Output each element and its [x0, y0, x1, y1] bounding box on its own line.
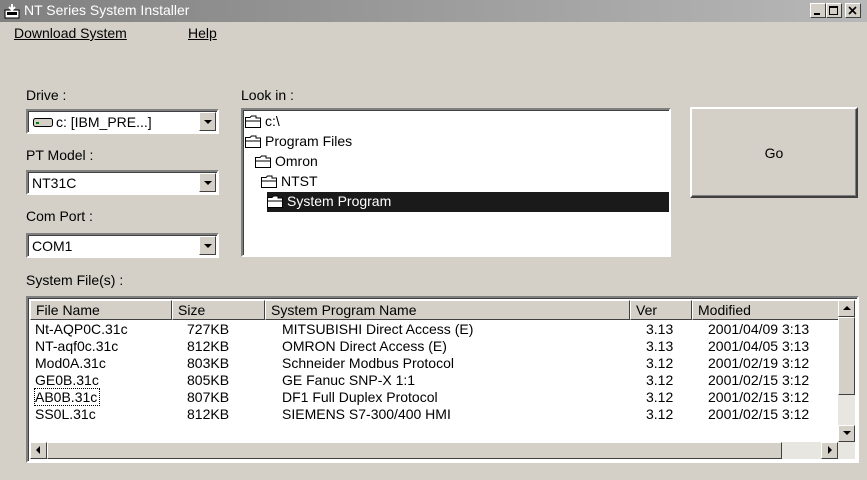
scroll-right-button[interactable] [821, 442, 838, 459]
close-button[interactable] [845, 3, 861, 18]
file-name-cell: Nt-AQP0C.31c [35, 321, 128, 337]
directory-item-label: System Program [287, 193, 392, 209]
look-in-label: Look in : [241, 87, 294, 103]
pt-model-value: NT31C [32, 175, 77, 191]
folder-open-icon [245, 135, 261, 148]
folder-open-icon [245, 115, 261, 128]
drive-label: Drive : [26, 87, 67, 103]
folder-open-icon [261, 175, 277, 188]
directory-item-label: NTST [281, 173, 318, 189]
minimize-button[interactable] [810, 3, 826, 18]
program-name-cell: DF1 Full Duplex Protocol [282, 389, 438, 405]
size-cell: 812KB [187, 338, 230, 354]
chevron-down-icon [204, 120, 212, 124]
column-header-size[interactable]: Size [172, 300, 265, 320]
size-cell: 727KB [187, 321, 230, 337]
drive-value: c: [IBM_PRE...] [56, 114, 152, 130]
scroll-down-button[interactable] [838, 425, 855, 442]
size-cell: 803KB [187, 355, 230, 371]
com-port-label: Com Port : [26, 208, 93, 224]
com-port-value: COM1 [32, 238, 73, 254]
com-port-dropdown-button[interactable] [199, 236, 216, 255]
maximize-button[interactable] [826, 3, 842, 18]
maximize-icon [829, 6, 838, 15]
arrow-down-icon [843, 431, 851, 435]
scroll-up-button[interactable] [838, 300, 855, 317]
program-name-cell: SIEMENS S7-300/400 HMI [282, 406, 451, 422]
menu-help[interactable]: Help [188, 25, 217, 41]
go-button[interactable]: Go [690, 107, 858, 198]
directory-item[interactable]: System Program [267, 192, 669, 212]
menu-bar: Download System Help [0, 22, 867, 44]
table-row[interactable]: GE0B.31c 805KB GE Fanuc SNP-X 1:1 3.12 2001/… [30, 372, 840, 389]
file-name-cell: GE0B.31c [35, 372, 99, 388]
size-cell: 807KB [187, 389, 230, 405]
hard-drive-icon [33, 118, 53, 127]
close-icon [848, 6, 857, 15]
modified-cell: 2001/04/05 3:13 [708, 338, 810, 354]
title-bar: NT Series System Installer [0, 0, 867, 22]
column-header-file-name[interactable]: File Name [30, 300, 172, 320]
vertical-scrollbar[interactable] [838, 300, 855, 442]
table-row[interactable]: Nt-AQP0C.31c 727KB MITSUBISHI Direct Acces… [30, 321, 840, 338]
modified-cell: 2001/02/15 3:12 [708, 372, 810, 388]
modified-cell: 2001/02/19 3:12 [708, 355, 810, 371]
drive-dropdown-button[interactable] [199, 112, 216, 131]
pt-model-label: PT Model : [26, 147, 94, 163]
folder-open-icon [255, 155, 271, 168]
file-name-cell: Mod0A.31c [35, 355, 106, 371]
scroll-left-button[interactable] [30, 442, 47, 459]
table-row[interactable]: AB0B.31c 807KB DF1 Full Duplex Protocol 3.1… [30, 388, 840, 406]
table-row[interactable]: Mod0A.31c 803KB Schneider Modbus Protocol 3… [30, 355, 840, 372]
version-cell: 3.12 [646, 389, 674, 405]
directory-item-label: Program Files [265, 133, 353, 149]
modified-cell: 2001/02/15 3:12 [708, 389, 810, 405]
drive-select[interactable]: c: [IBM_PRE...] [26, 109, 219, 134]
table-row[interactable]: SS0L.31c 812KB SIEMENS S7-300/400 HMI 3.12 2… [30, 406, 840, 423]
pt-model-select[interactable]: NT31C [26, 170, 219, 195]
size-cell: 812KB [187, 406, 230, 422]
program-name-cell: GE Fanuc SNP-X 1:1 [282, 372, 416, 388]
directory-item-label: Omron [275, 153, 318, 169]
column-header-system-program-name[interactable]: System Program Name [265, 300, 630, 320]
folder-open-icon [267, 195, 283, 208]
go-button-label: Go [764, 145, 784, 161]
file-name-cell: SS0L.31c [35, 406, 96, 422]
file-name-cell: NT-aqf0c.31c [35, 338, 119, 354]
window-title: NT Series System Installer [24, 2, 190, 18]
program-name-cell: Schneider Modbus Protocol [282, 355, 454, 371]
version-cell: 3.13 [646, 338, 674, 354]
installer-icon [4, 4, 20, 19]
system-files-label: System File(s) : [26, 272, 124, 288]
column-header-ver[interactable]: Ver [630, 300, 692, 320]
modified-cell: 2001/04/09 3:13 [708, 321, 810, 337]
version-cell: 3.12 [646, 355, 674, 371]
program-name-cell: OMRON Direct Access (E) [282, 338, 447, 354]
arrow-left-icon [36, 446, 40, 454]
directory-item-label: c:\ [265, 113, 280, 129]
minimize-icon [814, 13, 820, 15]
version-cell: 3.13 [646, 321, 674, 337]
chevron-down-icon [204, 181, 212, 185]
program-name-cell: MITSUBISHI Direct Access (E) [282, 321, 474, 337]
arrow-right-icon [828, 446, 832, 454]
arrow-up-icon [843, 306, 851, 310]
file-name-cell: AB0B.31c [33, 388, 101, 406]
directory-list[interactable]: c:\ Program Files Omron NTST System Program [241, 108, 671, 257]
version-cell: 3.12 [646, 406, 674, 422]
scroll-thumb[interactable] [838, 317, 855, 395]
com-port-select[interactable]: COM1 [26, 233, 219, 258]
column-header-modified[interactable]: Modified [692, 300, 842, 320]
version-cell: 3.12 [646, 372, 674, 388]
chevron-down-icon [204, 244, 212, 248]
menu-download-system[interactable]: Download System [14, 25, 127, 41]
table-row[interactable]: NT-aqf0c.31c 812KB OMRON Direct Access (E)… [30, 338, 840, 355]
size-cell: 805KB [187, 372, 230, 388]
system-files-list[interactable]: File Name Size System Program Name Ver M… [26, 296, 859, 463]
modified-cell: 2001/02/15 3:12 [708, 406, 810, 422]
horizontal-scrollbar[interactable] [30, 442, 855, 459]
pt-model-dropdown-button[interactable] [199, 173, 216, 192]
horizontal-scroll-thumb[interactable] [47, 442, 782, 459]
